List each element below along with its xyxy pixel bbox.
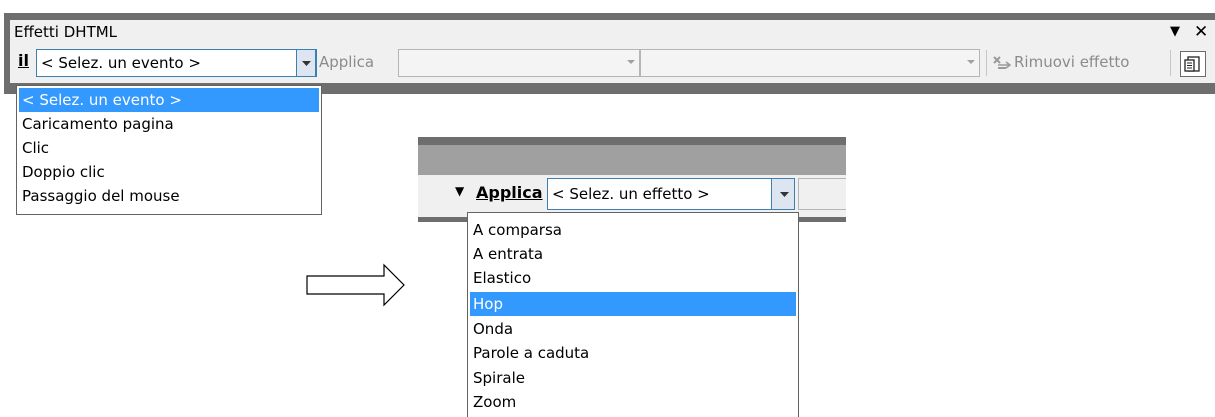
apply-label: Applica [319, 53, 375, 71]
zoomed-toolbar-title-bar [418, 145, 846, 175]
effect-option-fly-in[interactable]: A entrata [470, 242, 796, 266]
chevron-down-icon [967, 60, 975, 64]
effect-option-zoom[interactable]: Zoom [470, 390, 796, 414]
event-option-page-load[interactable]: Caricamento pagina [19, 112, 319, 136]
event-select[interactable]: < Selez. un evento > [36, 49, 317, 77]
remove-effect-button[interactable]: Rimuovi effetto [1014, 53, 1129, 71]
page-icon[interactable] [1180, 51, 1206, 77]
event-select-dropdown-button[interactable] [296, 49, 316, 77]
effect-option-hop[interactable]: Hop [470, 292, 796, 316]
effect-select[interactable]: < Selez. un effetto > [547, 178, 795, 210]
event-select-value: < Selez. un evento > [41, 54, 201, 72]
event-option-double-click[interactable]: Doppio clic [19, 160, 319, 184]
toolbar-separator [986, 50, 987, 76]
toolbar-menu-icon[interactable]: ▼ [1170, 20, 1180, 44]
right-arrow-icon [306, 263, 406, 311]
effect-select-value: < Selez. un effetto > [552, 185, 710, 203]
effect-option-wave[interactable]: Onda [470, 317, 796, 341]
effect-option-elastic[interactable]: Elastico [470, 266, 796, 290]
effect-option-dropdown-button[interactable] [962, 50, 979, 76]
effect-option-falling-words[interactable]: Parole a caduta [470, 341, 796, 365]
remove-effect-icon [992, 55, 1012, 75]
effect-select[interactable] [398, 49, 640, 77]
effect-option-select[interactable] [798, 178, 846, 210]
toolbar-separator [1170, 50, 1171, 76]
effect-option-spiral[interactable]: Spirale [470, 366, 796, 390]
chevron-down-icon [302, 61, 311, 66]
effect-select-dropdown-button[interactable] [622, 50, 639, 76]
event-option-mouse-over[interactable]: Passaggio del mouse [19, 184, 319, 208]
apply-button[interactable]: Applica [476, 183, 543, 202]
apply-label: Applica [476, 183, 543, 202]
toolbar-title: Effetti DHTML [14, 23, 118, 41]
event-option-click[interactable]: Clic [19, 136, 319, 160]
chevron-down-icon [627, 60, 635, 64]
event-option-select[interactable]: < Selez. un evento > [19, 88, 319, 112]
chevron-down-icon: ▼ [455, 184, 465, 198]
close-icon[interactable]: ✕ [1194, 20, 1208, 44]
effect-option-appear[interactable]: A comparsa [470, 218, 796, 242]
event-dropdown-list: < Selez. un evento > Caricamento pagina … [16, 85, 322, 215]
effect-option-select[interactable] [640, 49, 980, 77]
event-label: il [18, 51, 29, 70]
effect-dropdown-list: A comparsa A entrata Elastico Hop Onda P… [467, 212, 799, 417]
chevron-down-icon [780, 192, 789, 197]
effect-select-dropdown-button[interactable] [771, 178, 795, 210]
